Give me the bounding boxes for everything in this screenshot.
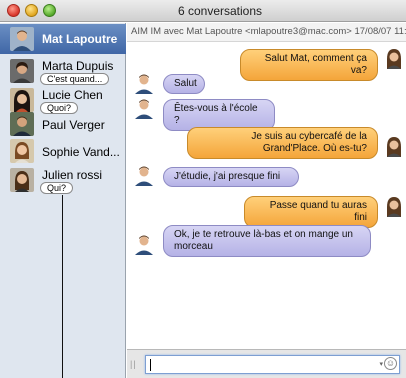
my-avatar — [383, 135, 405, 157]
avatar — [10, 168, 34, 192]
text-caret — [150, 359, 151, 371]
contact-avatar — [133, 233, 155, 255]
avatar — [10, 59, 34, 83]
contact-avatar — [133, 72, 155, 94]
my-avatar — [383, 47, 405, 69]
contact-mat-lapoutre[interactable]: Mat Lapoutre — [0, 24, 126, 54]
contact-julien-rossi[interactable]: Julien rossi Qui? — [0, 165, 126, 195]
avatar — [10, 27, 34, 51]
conversation-pane: AIM IM avec Mat Lapoutre <mlapoutre3@mac… — [127, 23, 406, 378]
avatar — [10, 139, 34, 163]
contact-name: Mat Lapoutre — [42, 32, 118, 46]
resize-grip-icon[interactable]: || — [130, 359, 137, 369]
contact-avatar — [133, 164, 155, 186]
contact-name: Sophie Vand... — [42, 145, 120, 159]
message-bubble-sent: Je suis au cybercafé de la Grand'Place. … — [187, 127, 378, 159]
window-title: 6 conversations — [177, 4, 263, 18]
conversation-header: AIM IM avec Mat Lapoutre <mlapoutre3@mac… — [127, 23, 406, 42]
smiley-icon: ☺ — [384, 357, 397, 370]
message-bubble-received: Salut — [163, 74, 205, 94]
contact-marta-dupuis[interactable]: Marta Dupuis C'est quand... — [0, 56, 126, 86]
message-bubble-sent: Passe quand tu auras fini — [244, 196, 378, 228]
avatar — [10, 112, 34, 136]
message-bubble-sent: Salut Mat, comment ça va? — [240, 49, 378, 81]
drag-indicator-line — [62, 195, 63, 378]
contact-name: Marta Dupuis — [42, 59, 114, 73]
title-bar: 6 conversations — [0, 0, 406, 22]
close-button[interactable] — [7, 4, 20, 17]
chevron-down-icon: ▾ — [379, 361, 383, 368]
message-bubble-received: J'étudie, j'ai presque fini — [163, 167, 299, 187]
message-bubble-received: Ok, je te retrouve là-bas et on mange un… — [163, 225, 371, 257]
message-input[interactable] — [145, 355, 400, 374]
my-avatar — [383, 195, 405, 217]
zoom-button[interactable] — [43, 4, 56, 17]
contact-avatar — [133, 97, 155, 119]
minimize-button[interactable] — [25, 4, 38, 17]
last-message-preview: C'est quand... — [40, 73, 110, 85]
message-input-bar: || — [127, 349, 406, 378]
contacts-sidebar: Mat Lapoutre Marta Dupuis C'est quand...… — [0, 23, 126, 378]
contact-paul-verger[interactable]: Paul Verger — [0, 109, 126, 139]
last-message-preview: Qui? — [40, 182, 74, 194]
contact-name: Paul Verger — [42, 118, 105, 132]
contact-sophie-vand[interactable]: Sophie Vand... — [0, 136, 126, 166]
contact-name: Julien rossi — [42, 168, 103, 182]
emoticon-menu[interactable]: ▾ ☺ — [379, 357, 397, 371]
contact-name: Lucie Chen — [42, 88, 103, 102]
chat-window: 6 conversations Mat Lapoutre Marta Dupui… — [0, 0, 406, 378]
